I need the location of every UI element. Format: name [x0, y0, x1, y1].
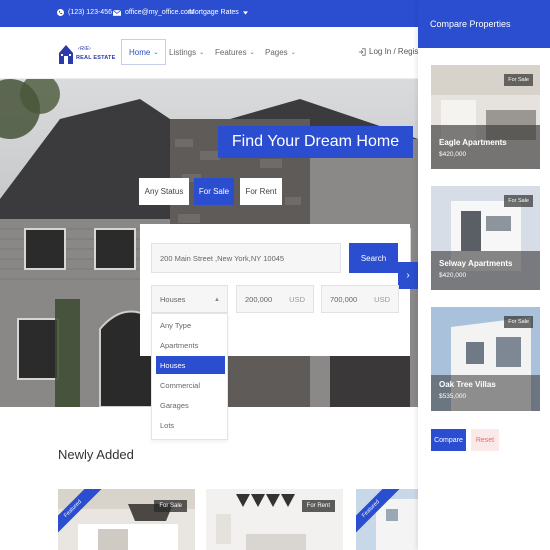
- chevron-down-icon: ⌄: [290, 49, 296, 56]
- living-room-image: [206, 489, 343, 550]
- listing-card[interactable]: For Rent: [206, 489, 343, 550]
- dropdown-option[interactable]: Any Type: [156, 316, 225, 334]
- site-logo[interactable]: ‹R/E› REAL ESTATE: [58, 40, 115, 68]
- listing-card[interactable]: Featured: [356, 489, 418, 550]
- logo-mark: ‹R/E›: [78, 46, 91, 52]
- compare-panel: Compare Properties For Sale Eagle Apartm…: [418, 0, 550, 550]
- mortgage-rates-dropdown[interactable]: Mortgage Rates: [189, 9, 248, 16]
- phone-icon: [57, 9, 64, 16]
- status-tab-any[interactable]: Any Status: [139, 178, 189, 205]
- caret-down-icon: [242, 10, 248, 15]
- page: (123) 123-456 office@my_office.com Mortg…: [0, 0, 550, 550]
- price-min-currency: USD: [289, 294, 305, 304]
- property-name: Selway Apartments: [439, 259, 513, 268]
- status-tab-for-rent[interactable]: For Rent: [240, 178, 282, 205]
- status-badge: For Sale: [504, 316, 533, 328]
- nav-home-label: Home: [129, 47, 151, 57]
- envelope-icon: [113, 9, 121, 16]
- dropdown-option[interactable]: Garages: [156, 396, 225, 414]
- price-min-input[interactable]: 200,000 USD: [236, 285, 314, 313]
- email-address: office@my_office.com: [125, 9, 194, 16]
- dropdown-option[interactable]: Commercial: [156, 376, 225, 394]
- search-button[interactable]: Search: [349, 243, 398, 273]
- compare-property-card[interactable]: For Sale Selway Apartments $420,000: [431, 186, 540, 290]
- phone-link[interactable]: (123) 123-456: [57, 9, 112, 16]
- newly-added-title: Newly Added: [58, 447, 134, 462]
- email-link[interactable]: office@my_office.com: [113, 9, 194, 16]
- status-tab-for-sale[interactable]: For Sale: [194, 178, 234, 205]
- status-badge: For Sale: [154, 500, 187, 512]
- hero-title: Find Your Dream Home: [218, 126, 413, 158]
- property-type-value: Houses: [160, 294, 186, 304]
- property-type-select[interactable]: Houses ▲: [151, 285, 228, 313]
- nav-features[interactable]: Features ⌄: [215, 39, 255, 65]
- address-input[interactable]: 200 Main Street ,New York,NY 10045: [151, 243, 341, 273]
- price-max-value: 700,000: [330, 294, 358, 304]
- dropdown-option-selected[interactable]: Houses: [156, 356, 225, 374]
- chevron-down-icon: ⌄: [153, 49, 159, 56]
- price-min-value: 200,000: [245, 294, 273, 304]
- price-max-currency: USD: [374, 294, 390, 304]
- house-logo-icon: [59, 45, 73, 64]
- dropdown-option[interactable]: Apartments: [156, 336, 225, 354]
- chevron-down-icon: ⌄: [199, 49, 205, 56]
- compare-property-card[interactable]: For Sale Oak Tree Villas $535,000: [431, 307, 540, 411]
- property-price: $535,000: [439, 393, 467, 400]
- nav-features-label: Features: [215, 47, 247, 57]
- caret-up-icon: ▲: [214, 297, 220, 303]
- property-name: Eagle Apartments: [439, 138, 507, 147]
- property-type-dropdown: Any Type Apartments Houses Commercial Ga…: [151, 313, 228, 440]
- price-max-input[interactable]: 700,000 USD: [321, 285, 399, 313]
- status-badge: For Rent: [301, 500, 335, 512]
- nav-pages[interactable]: Pages ⌄: [265, 39, 296, 65]
- chevron-down-icon: ⌄: [249, 49, 255, 56]
- dropdown-option[interactable]: Lots: [156, 416, 225, 434]
- compare-button[interactable]: Compare: [431, 429, 466, 451]
- property-price: $420,000: [439, 151, 467, 158]
- status-badge: For Sale: [504, 195, 533, 207]
- nav-pages-label: Pages: [265, 47, 288, 57]
- logo-name: REAL ESTATE: [76, 55, 116, 61]
- status-badge: For Sale: [504, 74, 533, 86]
- property-name: Oak Tree Villas: [439, 380, 496, 389]
- mortgage-rates-label: Mortgage Rates: [189, 9, 239, 16]
- sign-in-icon: [358, 47, 366, 56]
- nav-home[interactable]: Home ⌄: [121, 39, 167, 65]
- reset-button[interactable]: Reset: [471, 429, 499, 451]
- listing-card[interactable]: Featured For Sale: [58, 489, 195, 550]
- compare-property-card[interactable]: For Sale Eagle Apartments $420,000: [431, 65, 540, 169]
- phone-number: (123) 123-456: [68, 9, 112, 16]
- nav-listings[interactable]: Listings ⌄: [169, 39, 204, 65]
- nav-listings-label: Listings: [169, 47, 197, 57]
- property-price: $420,000: [439, 272, 467, 279]
- compare-title: Compare Properties: [418, 0, 550, 48]
- chevron-right-icon[interactable]: ›: [398, 262, 418, 289]
